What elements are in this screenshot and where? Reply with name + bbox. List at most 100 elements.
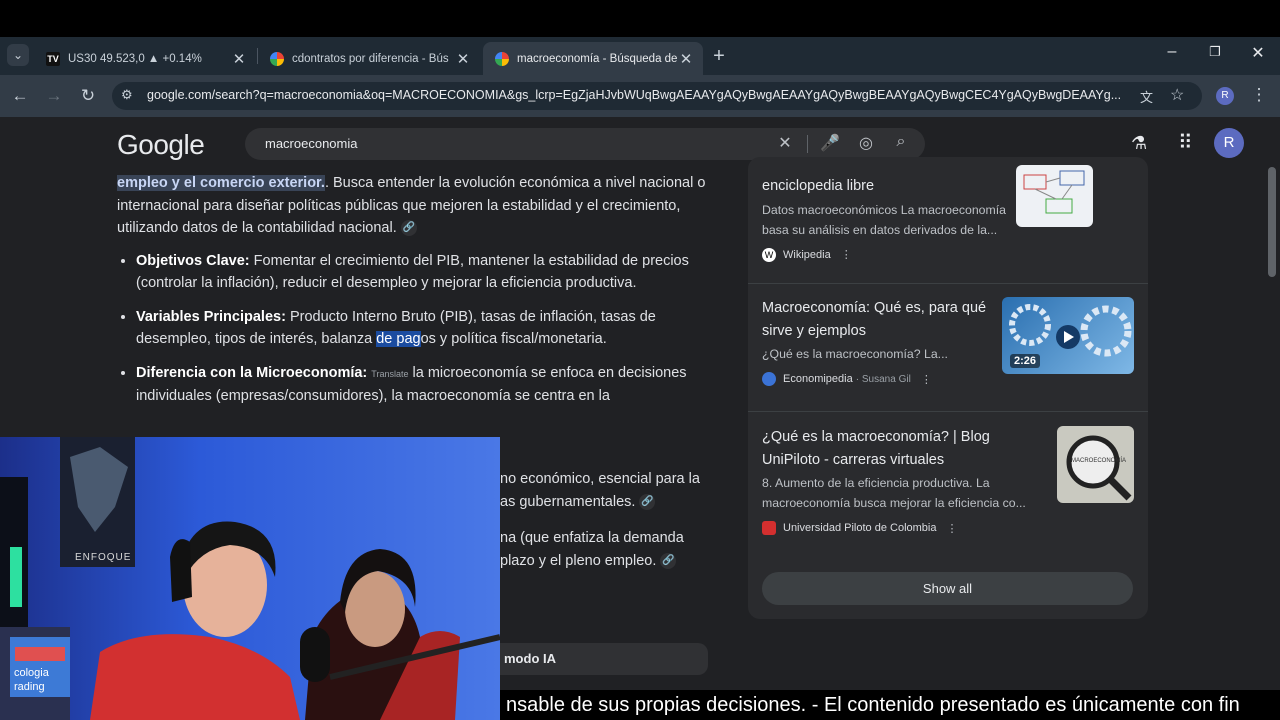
source-name: Wikipedia bbox=[783, 248, 831, 261]
close-window-icon[interactable]: ✕ bbox=[1243, 43, 1273, 63]
tab-contratos[interactable]: cdontratos por diferencia - Bús ✕ bbox=[258, 42, 480, 75]
card-source: Economipedia · Susana Gil ⋮ bbox=[762, 372, 1134, 386]
tab-bar: ⌄ TV US30 49.523,0 ▲ +0.14% ✕ cdontratos… bbox=[0, 37, 1280, 75]
tab-title: US30 49.523,0 ▲ +0.14% bbox=[68, 52, 202, 65]
highlighted-text: empleo y el comercio exterior. bbox=[117, 175, 325, 191]
search-box[interactable]: ✕ 🎤 ◎ ⌕ bbox=[245, 128, 925, 160]
video-thumbnail[interactable]: 2:26 bbox=[1002, 297, 1134, 374]
selected-text: de pag bbox=[376, 331, 421, 347]
close-tab-icon[interactable]: ✕ bbox=[230, 50, 248, 68]
link-icon[interactable]: 🔗 bbox=[400, 220, 417, 237]
magnifier-image bbox=[1066, 435, 1132, 501]
list-item: Objetivos Clave: Fomentar el crecimiento… bbox=[136, 250, 712, 295]
search-icon[interactable]: ⌕ bbox=[891, 133, 911, 151]
magnifier-thumbnail[interactable]: MACROECONOMÍA bbox=[1057, 426, 1134, 503]
apps-grid-icon[interactable]: ⠿ bbox=[1178, 130, 1193, 155]
tab-search-chevron-icon[interactable]: ⌄ bbox=[7, 44, 29, 66]
forward-icon[interactable]: → bbox=[42, 86, 66, 106]
link-icon[interactable]: 🔗 bbox=[660, 552, 677, 569]
source-card[interactable]: Macroeconomía: Qué es, para qué sirve y … bbox=[762, 297, 1134, 386]
tab-macroeconomia[interactable]: macroeconomía - Búsqueda de ✕ bbox=[483, 42, 703, 75]
partial-bullet: no económico, esencial para la as gubern… bbox=[500, 468, 715, 513]
webcam-video bbox=[0, 437, 500, 720]
card-source: W Wikipedia ⋮ bbox=[762, 247, 1134, 262]
thumbnail-label: MACROECONOMÍA bbox=[1071, 458, 1127, 464]
card-snippet: 8. Aumento de la eficiencia productiva. … bbox=[762, 476, 1026, 510]
diagram-thumbnail-image bbox=[1023, 170, 1085, 214]
google-logo[interactable]: Google bbox=[117, 129, 205, 161]
url-text[interactable]: google.com/search?q=macroeconomia&oq=MAC… bbox=[147, 88, 1147, 102]
account-avatar[interactable]: R bbox=[1214, 128, 1244, 158]
video-duration: 2:26 bbox=[1010, 354, 1041, 368]
bullet-list: Objetivos Clave: Fomentar el crecimiento… bbox=[117, 250, 712, 408]
list-item: Diferencia con la Microeconomía: Transla… bbox=[136, 362, 712, 408]
link-icon[interactable]: 🔗 bbox=[639, 493, 656, 510]
webcam-overlay: ENFOQUE cologia rading bbox=[0, 437, 500, 720]
card-title[interactable]: Macroeconomía: Qué es, para qué sirve y … bbox=[762, 297, 992, 342]
source-card[interactable]: ¿Qué es la macroeconomía? | Blog UniPilo… bbox=[762, 426, 1134, 535]
restore-icon[interactable]: ❐ bbox=[1200, 44, 1230, 60]
profile-avatar[interactable]: R bbox=[1216, 87, 1234, 105]
bullet-text: os y política fiscal/monetaria. bbox=[420, 331, 607, 347]
scrollbar-thumb[interactable] bbox=[1268, 167, 1276, 277]
reload-icon[interactable]: ↻ bbox=[76, 86, 100, 106]
source-name: Universidad Piloto de Colombia bbox=[783, 522, 937, 534]
google-icon bbox=[270, 51, 284, 66]
divider bbox=[748, 411, 1148, 412]
wikipedia-icon: W bbox=[762, 247, 776, 262]
translate-tooltip[interactable]: Translate bbox=[371, 369, 408, 379]
source-author: · Susana Gil bbox=[855, 373, 911, 385]
search-input[interactable] bbox=[263, 135, 747, 152]
card-source: Universidad Piloto de Colombia ⋮ bbox=[762, 521, 1134, 535]
search-divider bbox=[807, 135, 808, 153]
diagram-thumbnail[interactable] bbox=[1016, 165, 1093, 227]
book-text: cologia bbox=[14, 667, 49, 679]
list-item: Variables Principales: Producto Interno … bbox=[136, 306, 712, 351]
ai-mode-label: modo IA bbox=[504, 651, 556, 666]
tab-title: cdontratos por diferencia - Bús bbox=[292, 52, 449, 65]
close-tab-icon[interactable]: ✕ bbox=[454, 50, 472, 68]
partial-text: na (que enfatiza la demanda bbox=[500, 530, 684, 546]
ai-overview-text: empleo y el comercio exterior.. Busca en… bbox=[117, 172, 712, 419]
mic-icon[interactable]: 🎤 bbox=[820, 133, 840, 153]
tradingview-icon: TV bbox=[46, 51, 60, 66]
tab-us30[interactable]: TV US30 49.523,0 ▲ +0.14% ✕ bbox=[34, 42, 256, 75]
card-title[interactable]: ¿Qué es la macroeconomía? | Blog UniPilo… bbox=[762, 426, 1007, 471]
card-snippet: Datos macroeconómicos La macroeconomía b… bbox=[762, 202, 1006, 237]
more-options-icon[interactable]: ⋮ bbox=[921, 373, 932, 386]
site-info-icon[interactable]: ⚙ bbox=[121, 87, 133, 103]
show-all-button[interactable]: Show all bbox=[762, 572, 1133, 605]
ai-mode-button[interactable]: modo IA bbox=[480, 643, 708, 675]
more-options-icon[interactable]: ⋮ bbox=[946, 522, 957, 535]
more-options-icon[interactable]: ⋮ bbox=[841, 248, 852, 261]
translate-icon[interactable]: 文 bbox=[1140, 87, 1153, 106]
unipiloto-icon bbox=[762, 521, 776, 535]
source-card[interactable]: enciclopedia libre Datos macroeconómicos… bbox=[762, 165, 1134, 262]
partial-text: plazo y el pleno empleo. bbox=[500, 552, 657, 569]
clear-icon[interactable]: ✕ bbox=[775, 133, 795, 153]
book-text: rading bbox=[14, 681, 45, 693]
bullet-label: Diferencia con la Microeconomía: bbox=[136, 364, 368, 381]
partial-bullet: na (que enfatiza la demanda plazo y el p… bbox=[500, 527, 715, 572]
bookmark-star-icon[interactable]: ☆ bbox=[1170, 85, 1184, 105]
partial-text: as gubernamentales. bbox=[500, 493, 636, 510]
new-tab-button[interactable]: + bbox=[707, 45, 731, 68]
bullet-label: Objetivos Clave: bbox=[136, 252, 250, 269]
sources-panel: enciclopedia libre Datos macroeconómicos… bbox=[748, 157, 1148, 619]
minimize-icon[interactable]: – bbox=[1157, 43, 1187, 61]
economipedia-icon bbox=[762, 372, 776, 386]
tab-title: macroeconomía - Búsqueda de bbox=[517, 52, 677, 65]
intro-paragraph: empleo y el comercio exterior.. Busca en… bbox=[117, 172, 712, 240]
lens-icon[interactable]: ◎ bbox=[856, 133, 876, 153]
poster-text: ENFOQUE bbox=[75, 552, 132, 563]
video-letterbox-top bbox=[0, 0, 1280, 37]
partial-text: no económico, esencial para la bbox=[500, 471, 700, 487]
subtitle-ticker: nsable de sus propias decisiones. - El c… bbox=[500, 690, 1280, 720]
bullet-label: Variables Principales: bbox=[136, 308, 286, 325]
labs-icon[interactable]: ⚗ bbox=[1131, 133, 1147, 154]
omnibox[interactable]: ⚙ google.com/search?q=macroeconomia&oq=M… bbox=[112, 82, 1202, 110]
close-tab-icon[interactable]: ✕ bbox=[677, 50, 695, 68]
menu-icon[interactable]: ⋮ bbox=[1247, 85, 1271, 105]
back-icon[interactable]: ← bbox=[8, 86, 32, 106]
google-icon bbox=[495, 51, 509, 66]
